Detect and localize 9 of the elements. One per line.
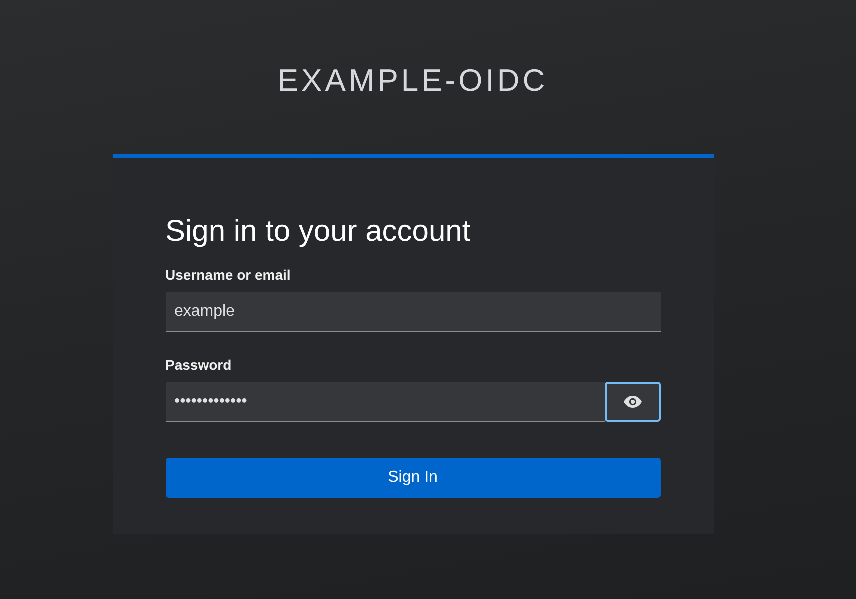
eye-icon — [622, 395, 642, 409]
show-password-button[interactable] — [604, 382, 660, 422]
username-field[interactable]: example — [166, 292, 660, 332]
realm-title: EXAMPLE-OIDC — [278, 62, 548, 100]
field-label: Password — [166, 356, 233, 374]
password-field[interactable]: ••••••••••••• — [166, 382, 604, 422]
form-heading: Sign in to your account — [166, 214, 472, 250]
field-label: Username or email — [166, 266, 292, 284]
sign-in-button[interactable]: Sign In — [166, 458, 660, 498]
